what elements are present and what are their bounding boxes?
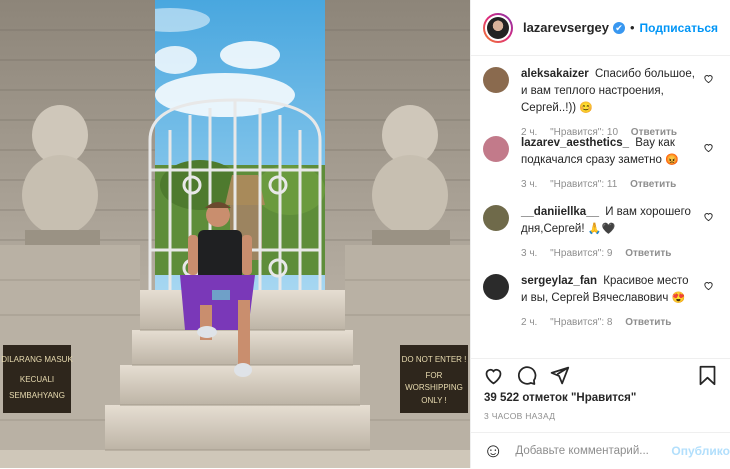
sign-left-line3: SEMBAHYANG bbox=[9, 391, 65, 400]
comment-item: sergeylaz_fan Красивое место и вы, Серге… bbox=[471, 263, 730, 332]
comment-meta: 3 ч. "Нравится": 11 Ответить bbox=[521, 176, 698, 193]
comment-age[interactable]: 3 ч. bbox=[521, 179, 537, 190]
sign-right-line2: FOR bbox=[426, 371, 443, 380]
comment-body: lazarev_aesthetics_ Вау как подкачался с… bbox=[521, 135, 716, 194]
sign-right-line4: ONLY ! bbox=[421, 396, 447, 405]
heart-icon[interactable] bbox=[703, 73, 714, 84]
publish-button[interactable]: Опубликовать bbox=[671, 444, 730, 458]
heart-icon[interactable] bbox=[703, 142, 714, 153]
follow-button[interactable]: Подписаться bbox=[640, 21, 718, 35]
comment-avatar[interactable] bbox=[483, 205, 509, 231]
post-header: lazarevsergey ✔ • Подписаться bbox=[471, 0, 730, 56]
post-actions: 39 522 отметок "Нравится" 3 ЧАСОВ НАЗАД … bbox=[471, 358, 730, 461]
comment-input[interactable] bbox=[513, 444, 672, 458]
comment-meta: 2 ч. "Нравится": 8 Ответить bbox=[521, 314, 698, 331]
comment-item: __daniiellka__ И вам хорошего дня,Сергей… bbox=[471, 194, 730, 263]
header-username[interactable]: lazarevsergey bbox=[523, 20, 609, 35]
comment-age[interactable]: 3 ч. bbox=[521, 248, 537, 259]
comment-emoji: 😊 bbox=[579, 102, 594, 114]
comment-likes[interactable]: "Нравится": 9 bbox=[550, 248, 612, 259]
comment-likes[interactable]: "Нравится": 8 bbox=[550, 317, 612, 328]
action-icons-row bbox=[471, 359, 730, 391]
heart-icon[interactable] bbox=[703, 211, 714, 222]
comment-body: __daniiellka__ И вам хорошего дня,Сергей… bbox=[521, 204, 716, 263]
header-separator: • bbox=[629, 20, 635, 35]
reply-button[interactable]: Ответить bbox=[625, 317, 671, 328]
instagram-post: DILARANG MASUK KECUALI SEMBAHYANG DO NOT… bbox=[0, 0, 730, 468]
comment-item: lazarev_aesthetics_ Вау как подкачался с… bbox=[471, 125, 730, 194]
comment-emoji: 😍 bbox=[671, 292, 686, 304]
comment-bubble-icon[interactable] bbox=[516, 365, 537, 386]
comment-avatar[interactable] bbox=[483, 136, 509, 162]
share-plane-icon[interactable] bbox=[549, 365, 570, 386]
like-heart-icon[interactable] bbox=[483, 365, 504, 386]
comment-username[interactable]: sergeylaz_fan bbox=[521, 275, 597, 287]
post-timestamp[interactable]: 3 ЧАСОВ НАЗАД bbox=[471, 411, 730, 421]
post-photo[interactable]: DILARANG MASUK KECUALI SEMBAHYANG DO NOT… bbox=[0, 0, 470, 468]
add-comment-bar: ☺ Опубликовать bbox=[471, 432, 730, 469]
comment-avatar[interactable] bbox=[483, 274, 509, 300]
avatar[interactable] bbox=[483, 12, 513, 43]
comment-emoji: 😡 bbox=[665, 154, 679, 166]
bookmark-save-icon[interactable] bbox=[697, 365, 718, 386]
avatar-image bbox=[485, 14, 511, 41]
emoji-smile-icon[interactable]: ☺ bbox=[483, 441, 503, 461]
sign-left-line2: KECUALI bbox=[20, 375, 54, 384]
comment-emoji: 🙏🖤 bbox=[587, 223, 616, 235]
comment-username[interactable]: lazarev_aesthetics_ bbox=[521, 137, 629, 149]
sign-right-line3: WORSHIPPING bbox=[405, 383, 463, 392]
comment-body: sergeylaz_fan Красивое место и вы, Серге… bbox=[521, 273, 716, 332]
comment-avatar[interactable] bbox=[483, 67, 509, 93]
comment-username[interactable]: __daniiellka__ bbox=[521, 206, 599, 218]
reply-button[interactable]: Ответить bbox=[625, 248, 671, 259]
sign-right-line1: DO NOT ENTER ! bbox=[402, 355, 467, 364]
reply-button[interactable]: Ответить bbox=[630, 179, 676, 190]
comment-age[interactable]: 2 ч. bbox=[521, 317, 537, 328]
likes-count[interactable]: 39 522 отметок "Нравится" bbox=[471, 392, 730, 404]
post-photo-illustration: DILARANG MASUK KECUALI SEMBAHYANG DO NOT… bbox=[0, 0, 470, 468]
comment-username[interactable]: aleksakaizer bbox=[521, 68, 589, 80]
comments-list[interactable]: aleksakaizer Спасибо большое, и вам тепл… bbox=[471, 56, 730, 356]
sign-left-line1: DILARANG MASUK bbox=[1, 355, 73, 364]
comment-likes[interactable]: "Нравится": 11 bbox=[550, 179, 617, 190]
post-side-panel: lazarevsergey ✔ • Подписаться aleksakaiz… bbox=[470, 0, 730, 468]
comment-meta: 3 ч. "Нравится": 9 Ответить bbox=[521, 245, 698, 262]
comment-item: aleksakaizer Спасибо большое, и вам тепл… bbox=[471, 56, 730, 138]
comment-body: aleksakaizer Спасибо большое, и вам тепл… bbox=[521, 66, 716, 138]
heart-icon[interactable] bbox=[703, 280, 714, 291]
verified-badge-icon: ✔ bbox=[612, 21, 625, 34]
